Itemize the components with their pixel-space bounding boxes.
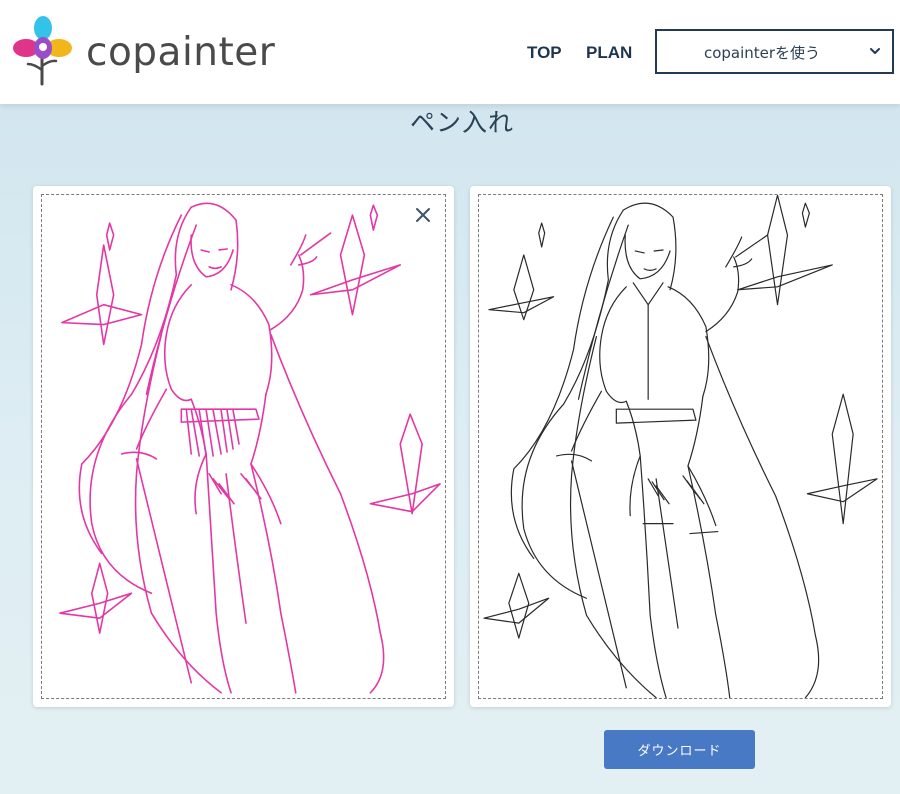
rough-sketch-image [59, 202, 441, 694]
chevron-down-icon [870, 48, 880, 54]
input-image-card [33, 186, 454, 707]
input-image-dropzone[interactable] [41, 194, 446, 699]
close-icon[interactable] [414, 206, 432, 224]
use-copainter-dropdown[interactable]: copainterを使う [655, 29, 894, 74]
brand-logo[interactable]: copainter [12, 14, 276, 86]
clean-lineart-image [483, 195, 878, 698]
dropdown-label: copainterを使う [703, 44, 821, 62]
nav-top-link[interactable]: TOP [527, 43, 562, 63]
output-image-frame [478, 194, 883, 699]
flower-logo-icon [13, 16, 72, 86]
nav-plan-link[interactable]: PLAN [586, 43, 632, 63]
brand-name: copainter [86, 30, 276, 75]
download-button[interactable]: ダウンロード [604, 730, 755, 769]
top-header: copainter TOP PLAN copainterを使う [0, 0, 900, 104]
output-image-card [470, 186, 891, 707]
page-title: ペン入れ [409, 108, 514, 137]
